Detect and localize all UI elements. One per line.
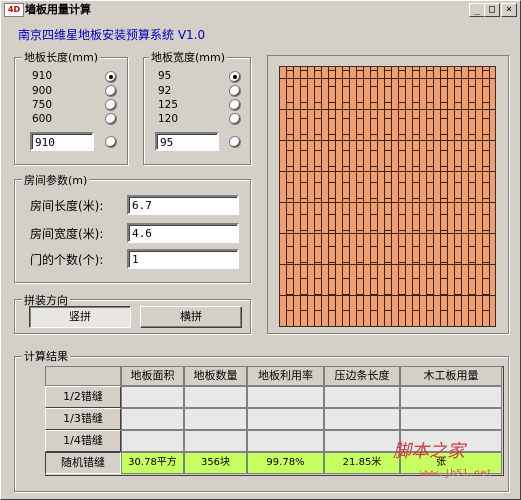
result-cell xyxy=(324,386,400,408)
result-cell xyxy=(184,408,247,430)
result-cell xyxy=(247,430,324,452)
result-cell xyxy=(121,408,184,430)
row-label-third[interactable]: 1/3错缝 xyxy=(45,408,121,430)
room-group-label: 房间参数(m) xyxy=(22,172,90,188)
minimize-button[interactable]: _ xyxy=(469,3,485,17)
watermark-logo: 脚本之家 xyxy=(393,441,465,462)
row-label-half[interactable]: 1/2错缝 xyxy=(45,386,121,408)
result-cell: 99.78% xyxy=(247,452,324,474)
length-radio-750[interactable] xyxy=(105,99,117,111)
maximize-button[interactable]: □ xyxy=(484,3,500,17)
width-radio-92[interactable] xyxy=(229,85,241,97)
width-option-label: 125 xyxy=(158,99,179,111)
floor-preview-canvas xyxy=(279,66,496,327)
room-length-input[interactable]: 6.7 xyxy=(127,195,239,215)
result-cell xyxy=(247,408,324,430)
column-header: 木工板用量 xyxy=(400,366,502,386)
room-width-label: 房间宽度(米): xyxy=(30,227,104,241)
close-button[interactable]: × xyxy=(501,3,517,17)
result-cell xyxy=(400,408,502,430)
width-radio-120[interactable] xyxy=(229,113,241,125)
room-width-input[interactable]: 4.6 xyxy=(127,223,239,243)
width-option-label: 92 xyxy=(158,85,172,97)
result-cell: 21.85米 xyxy=(324,452,400,474)
width-custom-input[interactable]: 95 xyxy=(155,132,219,151)
width-radio-95[interactable] xyxy=(229,71,241,83)
row-label-random[interactable]: 随机错缝 xyxy=(45,452,121,474)
result-cell xyxy=(400,386,502,408)
result-cell xyxy=(184,430,247,452)
width-radio-125[interactable] xyxy=(229,99,241,111)
width-option-label: 120 xyxy=(158,113,179,125)
column-header: 压边条长度 xyxy=(324,366,400,386)
result-cell xyxy=(184,386,247,408)
width-radio-custom[interactable] xyxy=(229,136,241,148)
length-option-label: 750 xyxy=(32,99,53,111)
result-cell: 356块 xyxy=(184,452,247,474)
room-length-label: 房间长度(米): xyxy=(30,199,104,213)
length-radio-910[interactable] xyxy=(105,71,117,83)
app-icon: 4D xyxy=(4,3,24,17)
doors-input[interactable]: 1 xyxy=(127,249,239,269)
window-title: 墙板用量计算 xyxy=(25,3,91,16)
length-radio-900[interactable] xyxy=(105,85,117,97)
length-group-label: 地板长度(mm) xyxy=(22,49,101,65)
width-option-label: 95 xyxy=(158,70,172,82)
length-custom-input[interactable]: 910 xyxy=(30,132,94,151)
length-option-label: 600 xyxy=(32,113,53,125)
column-header: 地板面积 xyxy=(121,366,184,386)
horizontal-layout-button[interactable]: 横拼 xyxy=(140,306,242,328)
results-corner-cell xyxy=(45,366,121,386)
width-group-label: 地板宽度(mm) xyxy=(149,49,228,65)
column-header: 地板利用率 xyxy=(247,366,324,386)
result-cell xyxy=(324,430,400,452)
length-option-label: 910 xyxy=(32,70,53,82)
length-radio-600[interactable] xyxy=(105,113,117,125)
result-cell: 30.78平方 xyxy=(121,452,184,474)
result-cell xyxy=(121,386,184,408)
vertical-layout-button[interactable]: 竖拼 xyxy=(29,306,131,328)
system-title: 南京四维星地板安装预算系统 V1.0 xyxy=(18,28,206,42)
results-group-label: 计算结果 xyxy=(22,348,70,364)
length-option-label: 900 xyxy=(32,85,53,97)
column-header: 地板数量 xyxy=(184,366,247,386)
result-cell xyxy=(121,430,184,452)
result-cell xyxy=(324,408,400,430)
row-label-quarter[interactable]: 1/4错缝 xyxy=(45,430,121,452)
result-cell xyxy=(247,386,324,408)
doors-label: 门的个数(个): xyxy=(30,253,104,267)
length-radio-custom[interactable] xyxy=(105,136,117,148)
watermark-url: www.jb51.net xyxy=(420,468,493,479)
